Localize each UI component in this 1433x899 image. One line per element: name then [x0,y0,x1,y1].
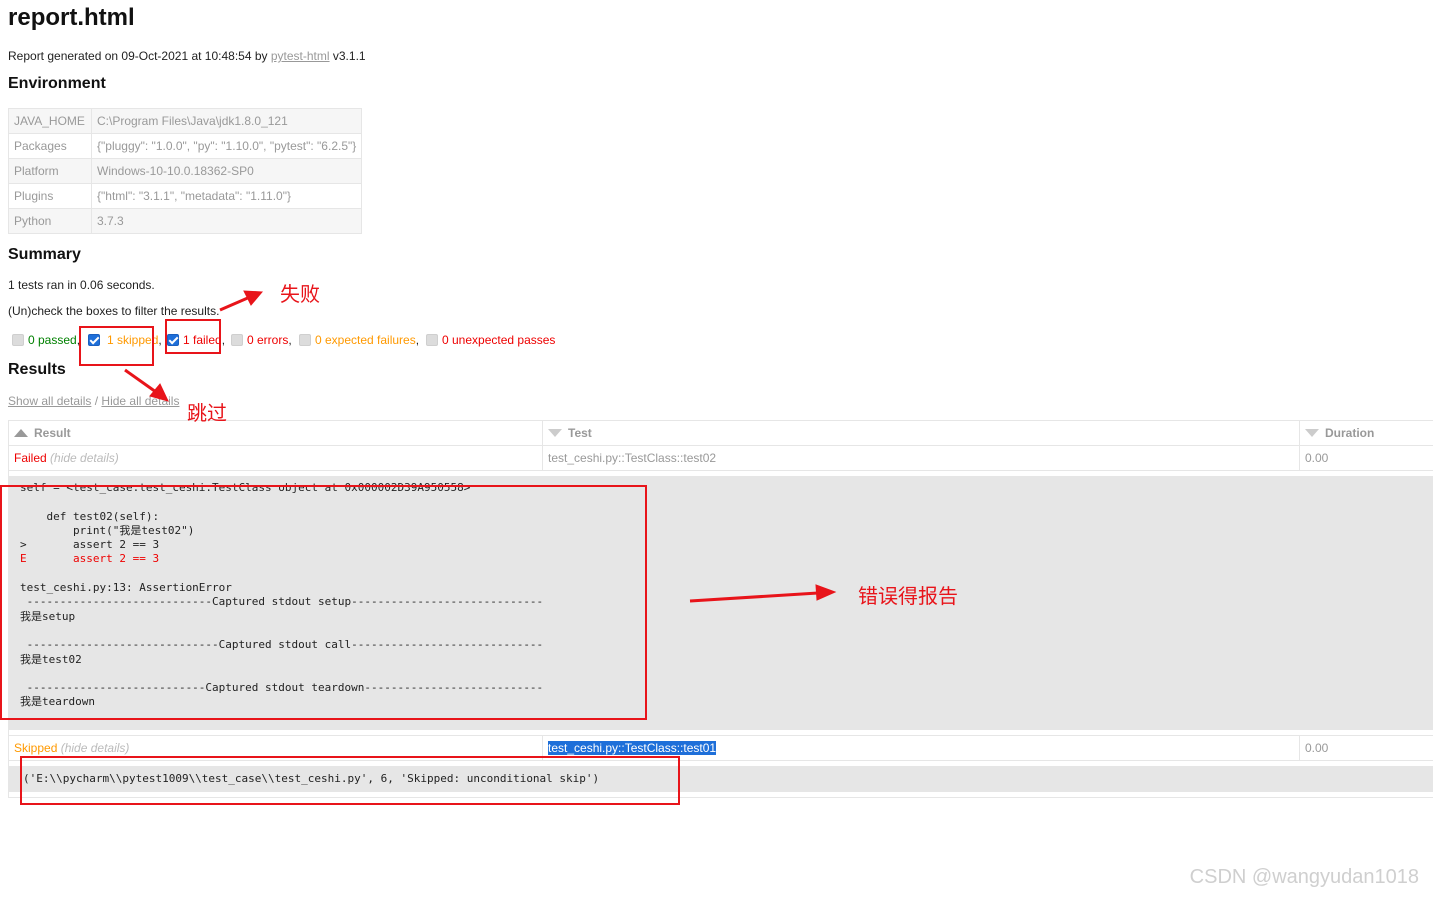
arrow-icon [689,584,837,603]
annotation-report-label: 错误得报告 [858,584,958,608]
arrow-icon [219,290,264,312]
arrow-icon [124,368,169,402]
watermark: CSDN @wangyudan1018 [1189,866,1419,888]
annotation-fail-label: 失败 [280,282,320,306]
annotation-skip-label: 跳过 [187,401,227,425]
annotation-arrows [124,290,837,603]
